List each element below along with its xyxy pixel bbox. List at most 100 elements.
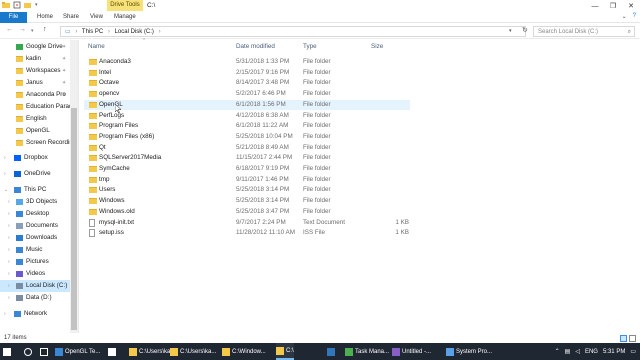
- file-row[interactable]: Qt 5/21/2018 8:49 AM File folder: [84, 143, 410, 154]
- nav-item[interactable]: English: [0, 113, 70, 125]
- large-icons-view-icon[interactable]: [629, 335, 636, 342]
- taskbar-item[interactable]: System Pro...: [446, 343, 492, 360]
- address-dropdown-icon[interactable]: ▾: [509, 28, 512, 34]
- tab-share[interactable]: Share: [63, 12, 79, 23]
- nav-scrollbar-thumb[interactable]: [71, 108, 77, 330]
- file-row[interactable]: Windows.old 5/25/2018 3:47 PM File folder: [84, 207, 410, 218]
- collapse-chevron-icon[interactable]: ⌄: [4, 184, 8, 196]
- file-row[interactable]: Octave 8/14/2017 3:48 PM File folder: [84, 78, 410, 89]
- expand-chevron-icon[interactable]: ›: [4, 168, 6, 180]
- nav-item[interactable]: › Documents: [0, 220, 70, 232]
- expand-chevron-icon[interactable]: ›: [8, 268, 10, 280]
- nav-item[interactable]: › Network: [0, 308, 70, 320]
- new-folder-icon[interactable]: [24, 1, 32, 9]
- volume-icon[interactable]: ◁: [575, 348, 580, 355]
- nav-item[interactable]: › Pictures: [0, 256, 70, 268]
- file-row[interactable]: PerfLogs 4/12/2018 6:38 AM File folder: [84, 111, 410, 122]
- nav-item[interactable]: › Downloads: [0, 232, 70, 244]
- nav-item[interactable]: OpenGL: [0, 125, 70, 137]
- taskbar-item[interactable]: Task Mana...: [345, 343, 389, 360]
- file-row[interactable]: Anaconda3 5/31/2018 1:33 PM File folder: [84, 57, 410, 68]
- taskbar-item[interactable]: [108, 343, 118, 360]
- file-row[interactable]: SQLServer2017Media 11/15/2017 2:44 PM File…: [84, 153, 410, 164]
- expand-chevron-icon[interactable]: ›: [8, 196, 10, 208]
- file-row[interactable]: Windows 5/25/2018 3:14 PM File folder: [84, 196, 410, 207]
- nav-item[interactable]: Workspaces ✦: [0, 65, 70, 77]
- nav-item[interactable]: › OneDrive: [0, 168, 70, 180]
- nav-item[interactable]: › Music: [0, 244, 70, 256]
- recent-locations-icon[interactable]: ▾: [31, 28, 34, 34]
- expand-chevron-icon[interactable]: ›: [8, 244, 10, 256]
- tab-home[interactable]: Home: [37, 12, 53, 23]
- close-button[interactable]: ✕: [622, 0, 640, 12]
- file-row[interactable]: opencv 5/2/2017 6:46 PM File folder: [84, 89, 410, 100]
- expand-chevron-icon[interactable]: ›: [8, 280, 10, 292]
- nav-item[interactable]: › Dropbox: [0, 152, 70, 164]
- column-header-size[interactable]: Size: [371, 43, 383, 53]
- drive-tools-context-tab[interactable]: Drive Tools: [107, 0, 143, 11]
- tab-file[interactable]: File: [0, 12, 27, 23]
- nav-item[interactable]: › Data (D:): [0, 292, 70, 304]
- taskbar-item[interactable]: [40, 343, 50, 360]
- breadcrumb-local-disk[interactable]: Local Disk (C:): [115, 29, 154, 35]
- nav-item[interactable]: › Videos: [0, 268, 70, 280]
- file-row[interactable]: Program Files 6/1/2018 11:22 AM File folde…: [84, 121, 410, 132]
- nav-item[interactable]: Google Drive ✦: [0, 41, 70, 53]
- network-tray-icon[interactable]: ▤: [565, 348, 571, 355]
- taskbar-item[interactable]: [3, 343, 13, 360]
- file-row[interactable]: Program Files (x86) 5/25/2018 10:04 PM Fil…: [84, 132, 410, 143]
- taskbar-item[interactable]: C:\Users\ka...: [170, 343, 216, 360]
- nav-item[interactable]: Anaconda Pro ✦: [0, 89, 70, 101]
- minimize-button[interactable]: —: [586, 0, 604, 12]
- expand-chevron-icon[interactable]: ›: [8, 220, 10, 232]
- taskbar-item[interactable]: C:\Window...: [222, 343, 266, 360]
- column-header-type[interactable]: Type: [303, 43, 317, 53]
- taskbar-item[interactable]: OpenGL Te...: [55, 343, 100, 360]
- expand-chevron-icon[interactable]: ›: [4, 308, 6, 320]
- nav-item[interactable]: kadin ✦: [0, 53, 70, 65]
- file-row[interactable]: Intel 2/15/2017 9:16 PM File folder: [84, 68, 410, 79]
- qat-dropdown-icon[interactable]: ▾: [35, 2, 38, 8]
- expand-chevron-icon[interactable]: ›: [8, 292, 10, 304]
- expand-chevron-icon[interactable]: ›: [8, 208, 10, 220]
- up-arrow-icon[interactable]: ↑: [43, 26, 47, 33]
- column-header-name[interactable]: Name: [88, 43, 105, 53]
- nav-item[interactable]: Screen Recording: [0, 137, 70, 149]
- forward-arrow-icon[interactable]: →: [19, 26, 26, 33]
- expand-chevron-icon[interactable]: ›: [8, 256, 10, 268]
- clock[interactable]: 5:31 PM: [603, 349, 625, 355]
- details-view-icon[interactable]: [620, 335, 627, 342]
- file-row[interactable]: mysql-init.txt 9/7/2017 2:24 PM Text Docum…: [84, 218, 410, 229]
- search-input[interactable]: Search Local Disk (C:) ⌕: [533, 26, 635, 37]
- maximize-button[interactable]: ❐: [604, 0, 622, 12]
- expand-chevron-icon[interactable]: ›: [8, 232, 10, 244]
- language-indicator[interactable]: ENG: [585, 349, 598, 355]
- show-hidden-icons-icon[interactable]: ⌃: [555, 348, 560, 355]
- taskbar-item[interactable]: [327, 343, 337, 360]
- folder-icon[interactable]: [2, 1, 10, 9]
- file-row[interactable]: OpenGL 6/1/2018 1:56 PM File folder: [84, 99, 410, 111]
- properties-icon[interactable]: [13, 1, 21, 9]
- taskbar-item[interactable]: Untitled -...: [392, 343, 431, 360]
- breadcrumb-this-pc[interactable]: This PC: [82, 29, 103, 35]
- nav-item[interactable]: › Desktop: [0, 208, 70, 220]
- taskbar-item[interactable]: C:\Users\ka...: [129, 343, 175, 360]
- nav-item[interactable]: Janus ✦: [0, 77, 70, 89]
- breadcrumb-separator[interactable]: ›: [108, 29, 110, 35]
- nav-item[interactable]: Education Paradi: [0, 101, 70, 113]
- nav-item[interactable]: › Local Disk (C:): [0, 280, 70, 292]
- breadcrumb-separator[interactable]: ›: [159, 29, 161, 35]
- help-icon[interactable]: ?: [633, 13, 636, 20]
- expand-ribbon-icon[interactable]: ⌄: [622, 13, 627, 20]
- taskbar-item[interactable]: [24, 343, 34, 360]
- expand-chevron-icon[interactable]: ›: [4, 152, 6, 164]
- taskbar-item[interactable]: C:\: [276, 343, 294, 360]
- tab-manage[interactable]: Manage: [114, 12, 136, 23]
- notifications-icon[interactable]: ▭: [630, 348, 636, 355]
- back-arrow-icon[interactable]: ←: [6, 26, 13, 33]
- column-header-date[interactable]: Date modified: [236, 43, 275, 53]
- refresh-icon[interactable]: ↻: [522, 26, 528, 34]
- nav-item[interactable]: › 3D Objects: [0, 196, 70, 208]
- address-bar[interactable]: ▭ › This PC › Local Disk (C:) ›: [60, 26, 526, 37]
- tab-view[interactable]: View: [90, 12, 103, 23]
